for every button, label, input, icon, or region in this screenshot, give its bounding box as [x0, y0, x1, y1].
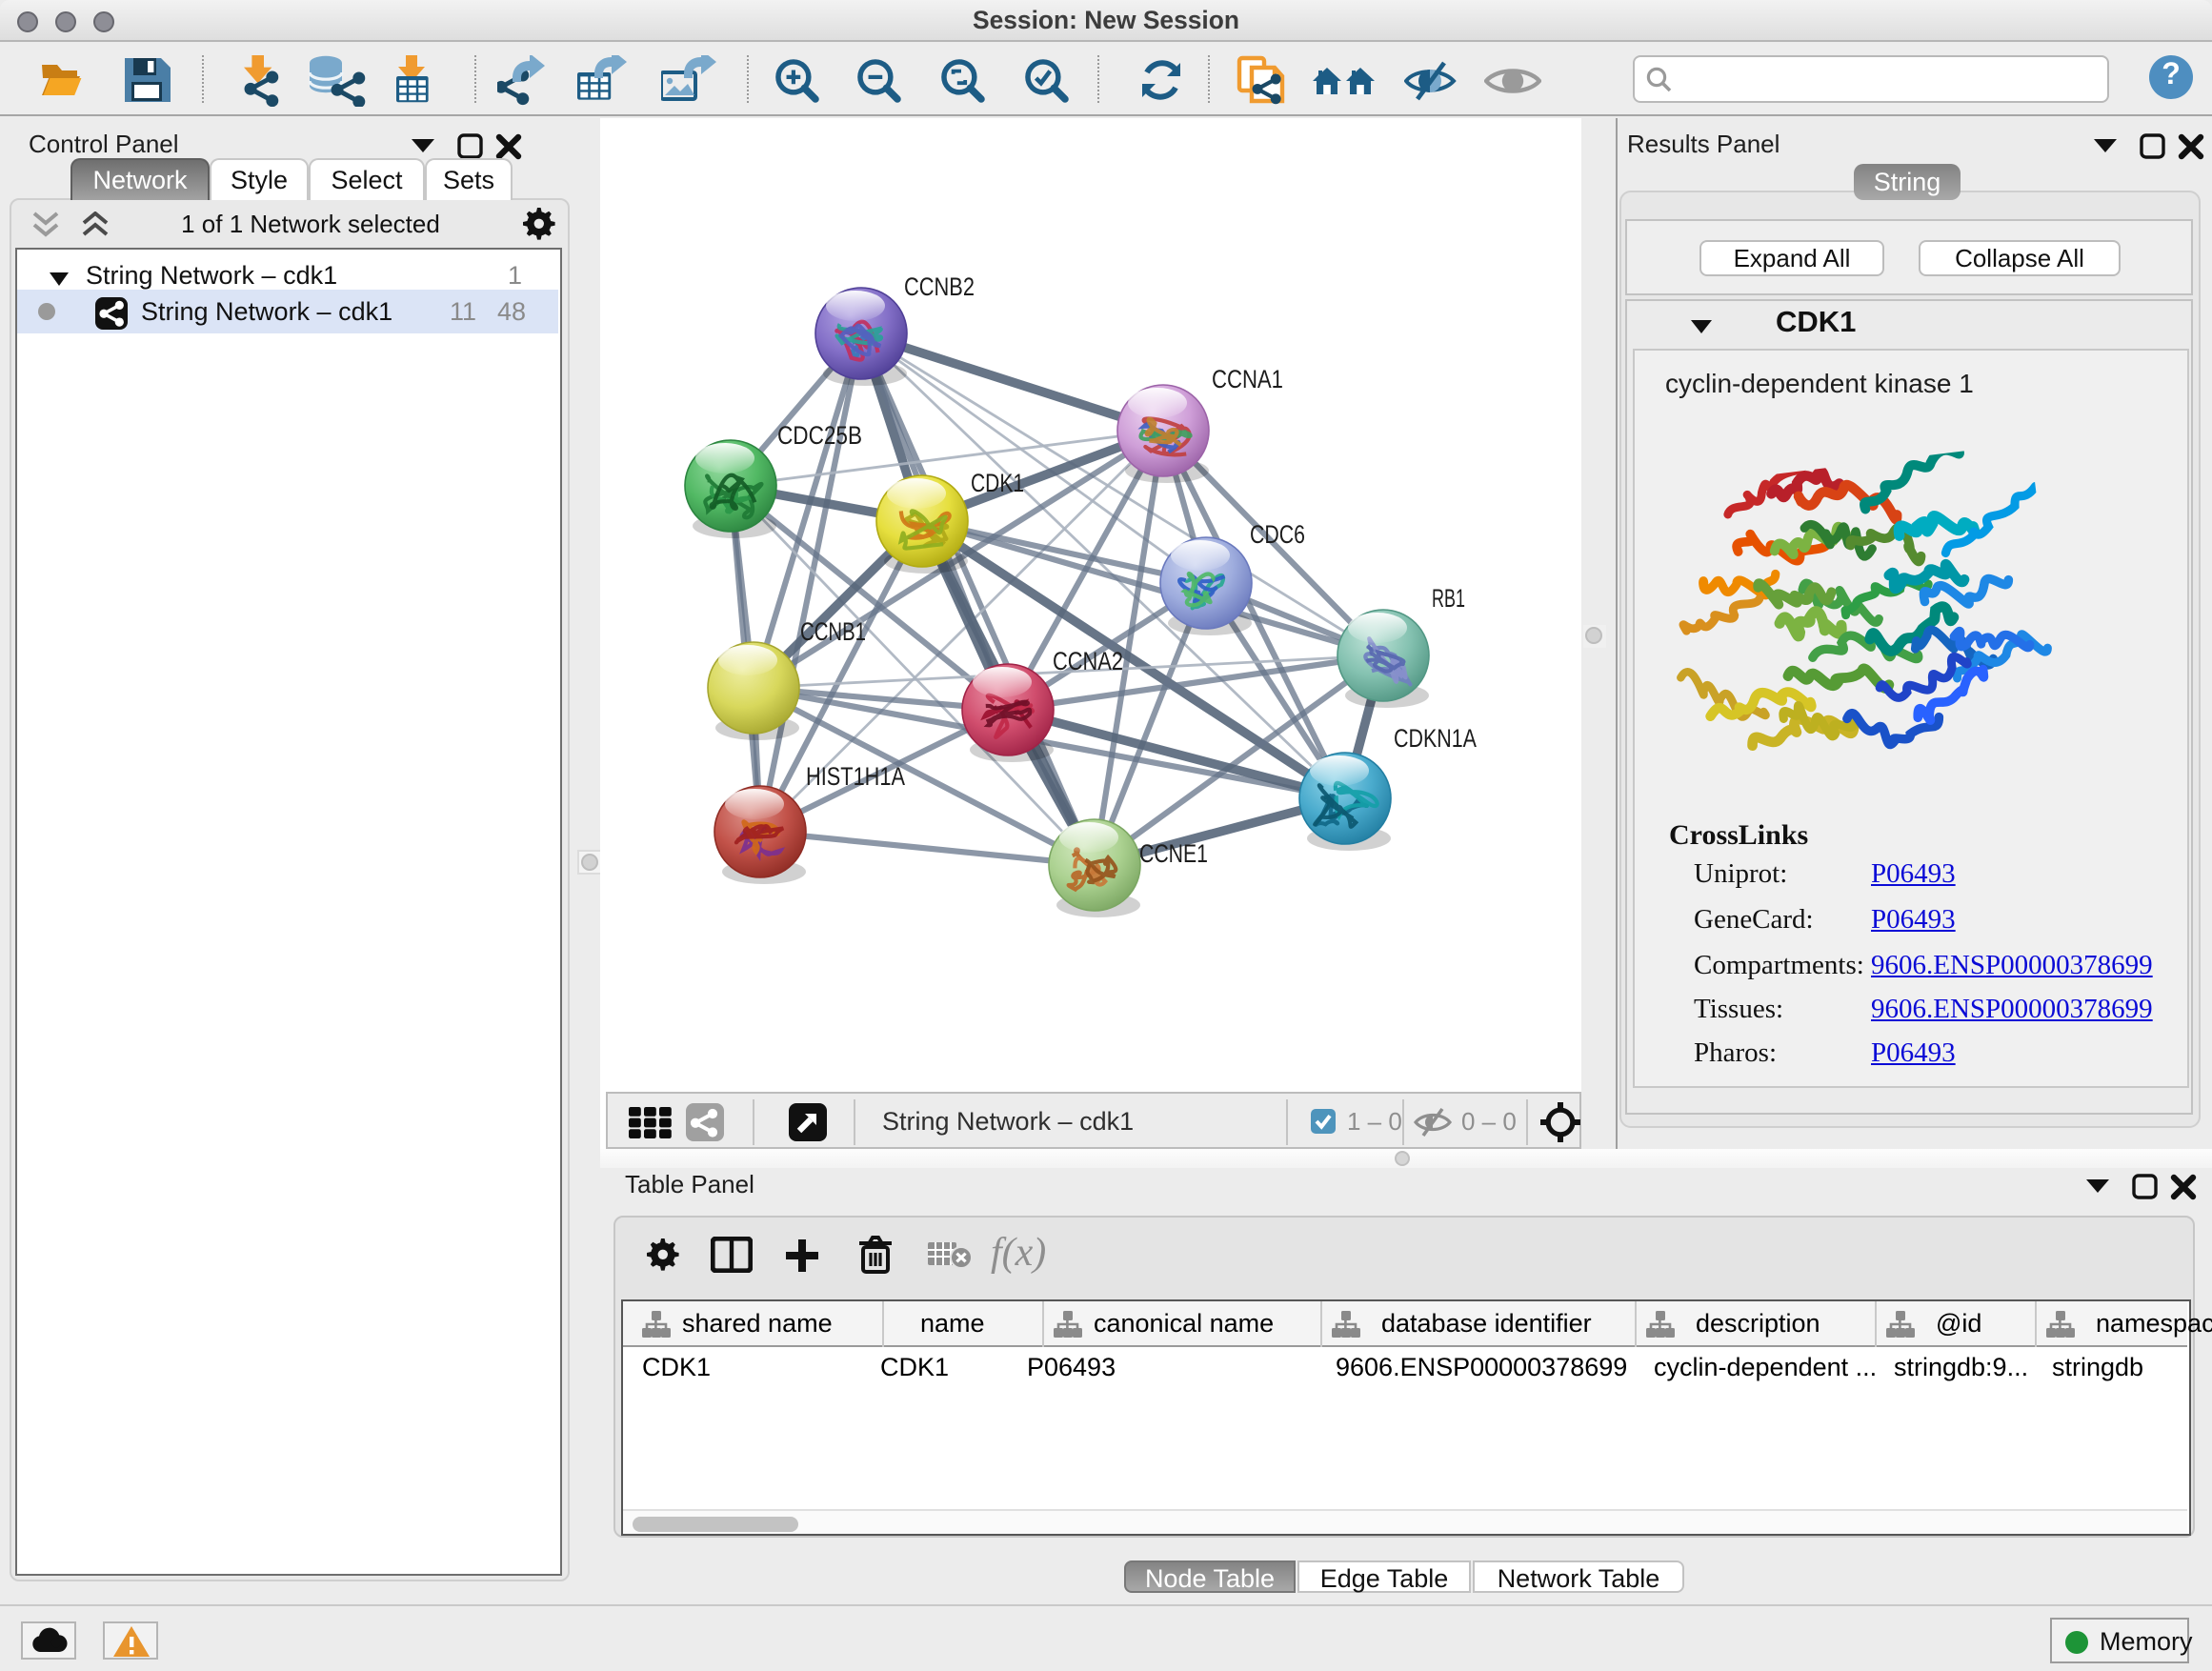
svg-text:CDKN1A: CDKN1A	[1394, 724, 1477, 753]
svg-text:CDC25B: CDC25B	[777, 421, 862, 450]
svg-text:CCNA2: CCNA2	[1053, 647, 1123, 675]
svg-text:RB1: RB1	[1432, 584, 1465, 613]
svg-text:CDC6: CDC6	[1250, 520, 1305, 549]
svg-text:CCNB1: CCNB1	[800, 617, 866, 646]
svg-text:CDK1: CDK1	[971, 469, 1024, 497]
svg-text:CCNA1: CCNA1	[1212, 365, 1283, 393]
svg-text:HIST1H1A: HIST1H1A	[806, 762, 905, 791]
svg-text:CCNE1: CCNE1	[1139, 839, 1208, 868]
svg-text:CCNB2: CCNB2	[904, 272, 975, 301]
